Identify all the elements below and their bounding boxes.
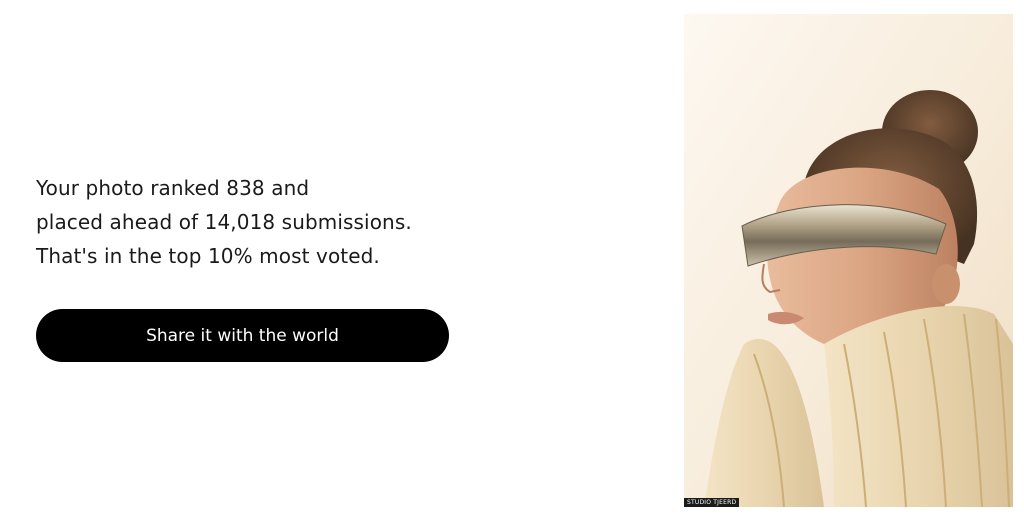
top-percent-line: That's in the top 10% most voted. [36, 244, 380, 268]
submitted-photo: STUDIO TJEERD [684, 14, 1013, 507]
result-page: Your photo ranked 838 and placed ahead o… [0, 0, 1024, 515]
ranking-line: Your photo ranked 838 and [36, 176, 310, 200]
share-button[interactable]: Share it with the world [36, 309, 449, 362]
ranking-summary: Your photo ranked 838 and placed ahead o… [36, 171, 496, 273]
photo-watermark: STUDIO TJEERD [684, 498, 740, 507]
portrait-illustration [684, 14, 1013, 507]
submissions-line: placed ahead of 14,018 submissions. [36, 210, 412, 234]
